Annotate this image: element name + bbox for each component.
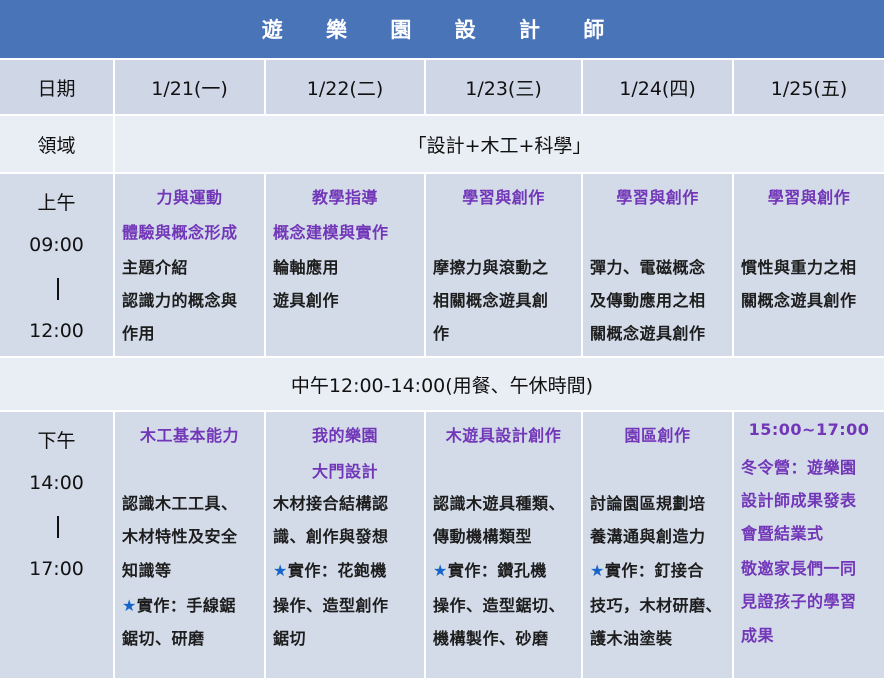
star-icon: ★ <box>590 561 605 580</box>
lunch-break-row: 中午12:00-14:00(用餐、午休時間) <box>0 358 886 412</box>
activity-text: 木材特性及安全 <box>122 527 238 546</box>
activity-text: 知識等 <box>122 561 172 580</box>
practice-line: ★實作：手線鋸 <box>122 592 264 616</box>
schedule-table: 遊 樂 園 設 計 師 日期 1/21(一) 1/22(二) 1/23(三) 1… <box>0 0 886 680</box>
activity-subheading: 大門設計 <box>311 462 378 481</box>
date-header: 日期 <box>0 60 115 116</box>
activity-text: 養溝通與創造力 <box>590 527 706 546</box>
activity-text: 操作、造型鋸切、 <box>433 596 566 615</box>
activity-text: 彈力、電磁概念 <box>590 258 706 277</box>
activity-heading: 學習與創作 <box>767 188 851 207</box>
afternoon-cell-day3: 木遊具設計創作 認識木遊具種類、 傳動機構類型 ★實作：鑽孔機 操作、造型鋸切、… <box>426 412 583 680</box>
day-header: 1/25(五) <box>734 60 886 116</box>
activity-text: 討論園區規劃培 <box>590 494 706 513</box>
practice-line: ★實作：花鉋機 <box>273 557 424 581</box>
star-icon: ★ <box>122 596 137 615</box>
activity-heading: 木遊具設計創作 <box>445 426 562 445</box>
activity-text: 相關概念遊具創 <box>433 291 549 310</box>
activity-text: 主題介紹 <box>122 258 189 277</box>
activity-text: 操作、造型創作 <box>273 596 389 615</box>
activity-heading: 教學指導 <box>311 188 378 207</box>
activity-heading: 15:00~17:00 <box>748 420 870 439</box>
star-icon: ★ <box>273 561 288 580</box>
activity-text: 摩擦力與滾動之 <box>433 258 549 277</box>
activity-heading: 力與運動 <box>156 188 223 207</box>
activity-subheading: 敬邀家長們一同 <box>741 559 857 578</box>
day-header: 1/24(四) <box>583 60 734 116</box>
domain-label: 領域 <box>0 116 115 174</box>
activity-text: 實作：釘接合 <box>604 561 704 580</box>
morning-cell-day4: 學習與創作 彈力、電磁概念 及傳動應用之相 關概念遊具創作 <box>583 174 734 358</box>
activity-text: 關概念遊具創作 <box>741 291 857 310</box>
activity-text: 作用 <box>122 324 156 343</box>
activity-text: 輪軸應用 <box>273 258 340 277</box>
activity-text: 認識力的概念與 <box>122 291 238 310</box>
activity-text: 鋸切、研磨 <box>122 629 205 648</box>
day-header: 1/23(三) <box>426 60 583 116</box>
morning-end-time: 12:00 <box>29 320 84 342</box>
activity-text: 慣性與重力之相 <box>741 258 857 277</box>
activity-text: 及傳動應用之相 <box>590 291 706 310</box>
morning-cell-day5: 學習與創作 慣性與重力之相 關概念遊具創作 <box>734 174 886 358</box>
afternoon-start-time: 14:00 <box>29 472 84 494</box>
activity-subheading: 設計師成果發表 <box>741 491 857 510</box>
activity-text: 實作：花鉋機 <box>287 561 387 580</box>
activity-heading: 學習與創作 <box>616 188 699 207</box>
morning-cell-day3: 學習與創作 摩擦力與滾動之 相關概念遊具創 作 <box>426 174 583 358</box>
activity-text: 技巧，木材研磨、 <box>590 596 723 615</box>
activity-text: 木材接合結構認 <box>273 494 389 513</box>
page-title: 遊 樂 園 設 計 師 <box>0 0 886 60</box>
activity-text: 機構製作、砂磨 <box>433 629 549 648</box>
activity-text: 遊具創作 <box>273 291 340 310</box>
star-icon: ★ <box>433 561 448 580</box>
morning-time-cell: 上午 09:00 12:00 <box>0 174 115 358</box>
activity-text: 鋸切 <box>273 629 307 648</box>
afternoon-cell-day4: 園區創作 討論園區規劃培 養溝通與創造力 ★實作：釘接合 技巧，木材研磨、 護木… <box>583 412 734 680</box>
activity-text: 作 <box>433 324 450 343</box>
morning-cell-day2: 教學指導 概念建模與實作 輪軸應用 遊具創作 <box>266 174 426 358</box>
activity-text: 實作：手線鋸 <box>136 596 236 615</box>
activity-subheading: 概念建模與實作 <box>273 223 389 242</box>
morning-label: 上午 <box>37 192 76 214</box>
practice-line: ★實作：鑽孔機 <box>433 557 581 581</box>
activity-text: 護木油塗裝 <box>590 629 673 648</box>
domain-value: 「設計+木工+科學」 <box>115 116 886 174</box>
time-range-divider <box>57 278 59 300</box>
activity-text: 關概念遊具創作 <box>590 324 706 343</box>
activity-text: 傳動機構類型 <box>433 527 533 546</box>
activity-subheading: 成果 <box>741 626 775 645</box>
activity-text: 認識木工工具、 <box>122 494 238 513</box>
morning-cell-day1: 力與運動 體驗與概念形成 主題介紹 認識力的概念與 作用 <box>115 174 266 358</box>
time-range-divider <box>57 516 59 538</box>
afternoon-cell-day1: 木工基本能力 認識木工工具、 木材特性及安全 知識等 ★實作：手線鋸 鋸切、研磨 <box>115 412 266 680</box>
afternoon-time-cell: 下午 14:00 17:00 <box>0 412 115 680</box>
activity-heading: 學習與創作 <box>462 188 545 207</box>
activity-text: 實作：鑽孔機 <box>447 561 547 580</box>
activity-text: 識、創作與發想 <box>273 527 389 546</box>
activity-subheading: 會暨結業式 <box>741 524 824 543</box>
afternoon-end-time: 17:00 <box>29 558 84 580</box>
activity-heading: 我的樂園 <box>311 426 378 445</box>
activity-subheading: 體驗與概念形成 <box>122 223 238 242</box>
afternoon-label: 下午 <box>37 430 76 452</box>
afternoon-cell-day5: 15:00~17:00 冬令營：遊樂園 設計師成果發表 會暨結業式 敬邀家長們一… <box>734 412 886 680</box>
activity-text: 認識木遊具種類、 <box>433 494 566 513</box>
day-header: 1/22(二) <box>266 60 426 116</box>
activity-subheading: 見證孩子的學習 <box>741 592 857 611</box>
practice-line: ★實作：釘接合 <box>590 557 732 581</box>
afternoon-cell-day2: 我的樂園 大門設計 木材接合結構認 識、創作與發想 ★實作：花鉋機 操作、造型創… <box>266 412 426 680</box>
activity-subheading: 冬令營：遊樂園 <box>741 458 857 477</box>
morning-start-time: 09:00 <box>29 234 84 256</box>
activity-heading: 園區創作 <box>624 426 691 445</box>
activity-heading: 木工基本能力 <box>139 426 239 445</box>
day-header: 1/21(一) <box>115 60 266 116</box>
